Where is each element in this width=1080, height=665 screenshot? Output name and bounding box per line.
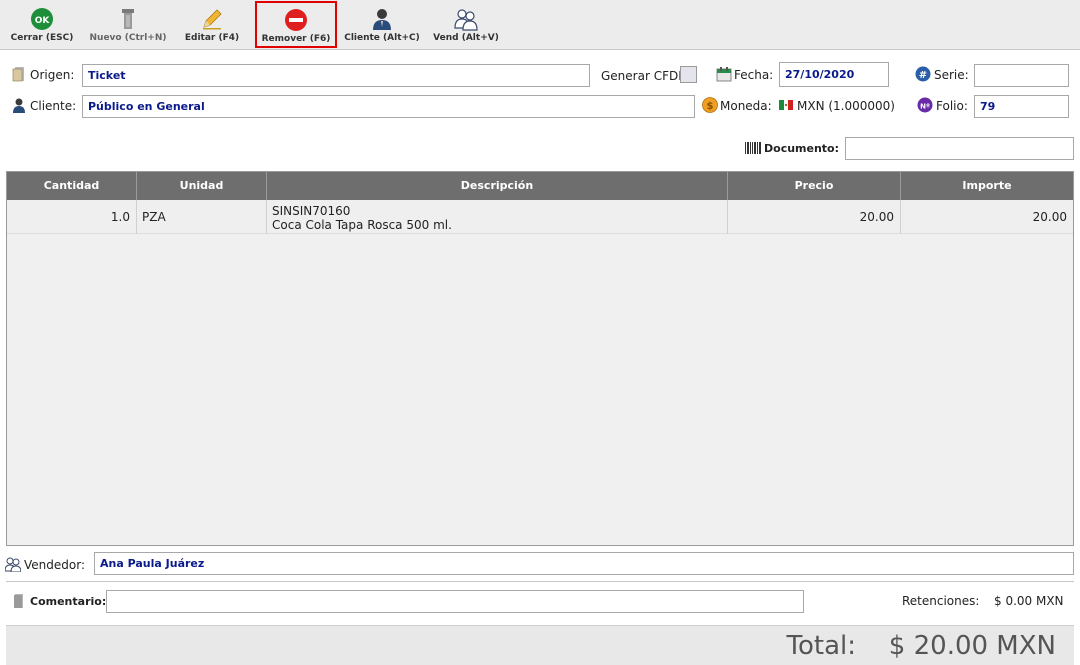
svg-text:$: $	[707, 101, 714, 112]
client-button-label: Cliente (Alt+C)	[344, 33, 420, 43]
currency-value[interactable]: MXN (1.000000)	[797, 98, 895, 114]
column-header-unidad[interactable]: Unidad	[137, 172, 267, 200]
sellers-button[interactable]: Vend (Alt+V)	[430, 1, 502, 48]
total-bar: Total: $ 20.00 MXN	[6, 625, 1074, 665]
close-button[interactable]: OK Cerrar (ESC)	[8, 1, 76, 48]
pencil-icon	[203, 9, 222, 30]
calendar-icon	[716, 67, 732, 82]
cell-unidad: PZA	[137, 200, 267, 234]
date-field[interactable]: 27/10/2020	[779, 62, 889, 87]
cell-importe: 20.00	[1032, 210, 1067, 224]
currency-icon: $	[702, 97, 718, 113]
table-row[interactable]: 1.0 PZA SINSIN70160 Coca Cola Tapa Rosca…	[7, 200, 1073, 234]
folio-field[interactable]: 79	[974, 95, 1069, 118]
comment-field[interactable]	[106, 590, 804, 613]
seller-label: Vendedor:	[24, 558, 85, 572]
date-label: Fecha:	[734, 68, 774, 82]
seller-field[interactable]: Ana Paula Juárez	[94, 552, 1074, 575]
svg-text:#: #	[919, 70, 927, 81]
barcode-icon	[745, 142, 761, 154]
comment-label: Comentario:	[30, 595, 107, 608]
remove-button-label: Remover (F6)	[261, 34, 331, 44]
retentions-value: $ 0.00 MXN	[994, 594, 1064, 608]
customer-icon	[13, 98, 25, 113]
folio-label: Folio:	[936, 99, 968, 113]
column-header-importe[interactable]: Importe	[901, 172, 1073, 200]
sellers-icon	[454, 9, 478, 31]
remove-button[interactable]: Remover (F6)	[255, 1, 337, 48]
origin-icon	[12, 67, 24, 82]
generate-cfdi-label: Generar CFDI	[601, 69, 682, 83]
retentions-label: Retenciones:	[902, 594, 980, 608]
currency-label: Moneda:	[720, 99, 772, 113]
origin-field[interactable]: Ticket	[82, 64, 590, 87]
document-field[interactable]	[845, 137, 1074, 160]
new-button[interactable]: Nuevo (Ctrl+N)	[86, 1, 170, 48]
total-value: $ 20.00 MXN	[888, 631, 1056, 661]
ok-icon: OK	[31, 8, 53, 30]
remove-icon	[285, 9, 307, 31]
column-header-cantidad[interactable]: Cantidad	[7, 172, 137, 200]
generate-cfdi-checkbox[interactable]	[680, 66, 697, 83]
svg-text:OK: OK	[35, 16, 51, 26]
column-header-precio[interactable]: Precio	[728, 172, 901, 200]
new-button-label: Nuevo (Ctrl+N)	[89, 33, 167, 43]
comment-icon	[14, 594, 23, 608]
items-grid: Cantidad Unidad Descripción Precio Impor…	[6, 171, 1074, 546]
cell-cantidad: 1.0	[7, 200, 137, 234]
total-label: Total:	[786, 631, 856, 661]
toolbar: OK Cerrar (ESC) Nuevo (Ctrl+N) Editar (F…	[0, 0, 1080, 50]
client-icon	[373, 9, 391, 30]
new-document-icon	[122, 9, 134, 29]
grid-header: Cantidad Unidad Descripción Precio Impor…	[7, 172, 1073, 200]
series-icon: #	[915, 66, 931, 82]
edit-button-label: Editar (F4)	[184, 33, 240, 43]
customer-label: Cliente:	[30, 99, 77, 113]
item-code: SINSIN70160	[272, 204, 351, 218]
client-button[interactable]: Cliente (Alt+C)	[344, 1, 420, 48]
series-label: Serie:	[934, 68, 969, 82]
cell-descripcion: SINSIN70160 Coca Cola Tapa Rosca 500 ml.	[267, 200, 728, 234]
svg-text:Nº: Nº	[920, 103, 930, 111]
item-description: Coca Cola Tapa Rosca 500 ml.	[272, 218, 452, 232]
divider	[6, 581, 1074, 582]
document-label: Documento:	[764, 142, 840, 155]
origin-label: Origen:	[30, 68, 75, 82]
cell-precio: 20.00	[728, 200, 901, 234]
sellers-button-label: Vend (Alt+V)	[433, 33, 499, 43]
mexico-flag-icon	[779, 100, 793, 110]
edit-button[interactable]: Editar (F4)	[176, 1, 248, 48]
column-header-descripcion[interactable]: Descripción	[267, 172, 728, 200]
customer-field[interactable]: Público en General	[82, 95, 695, 118]
folio-icon: Nº	[917, 97, 933, 113]
series-field[interactable]	[974, 64, 1069, 87]
seller-icon	[5, 557, 21, 572]
close-button-label: Cerrar (ESC)	[10, 33, 74, 43]
